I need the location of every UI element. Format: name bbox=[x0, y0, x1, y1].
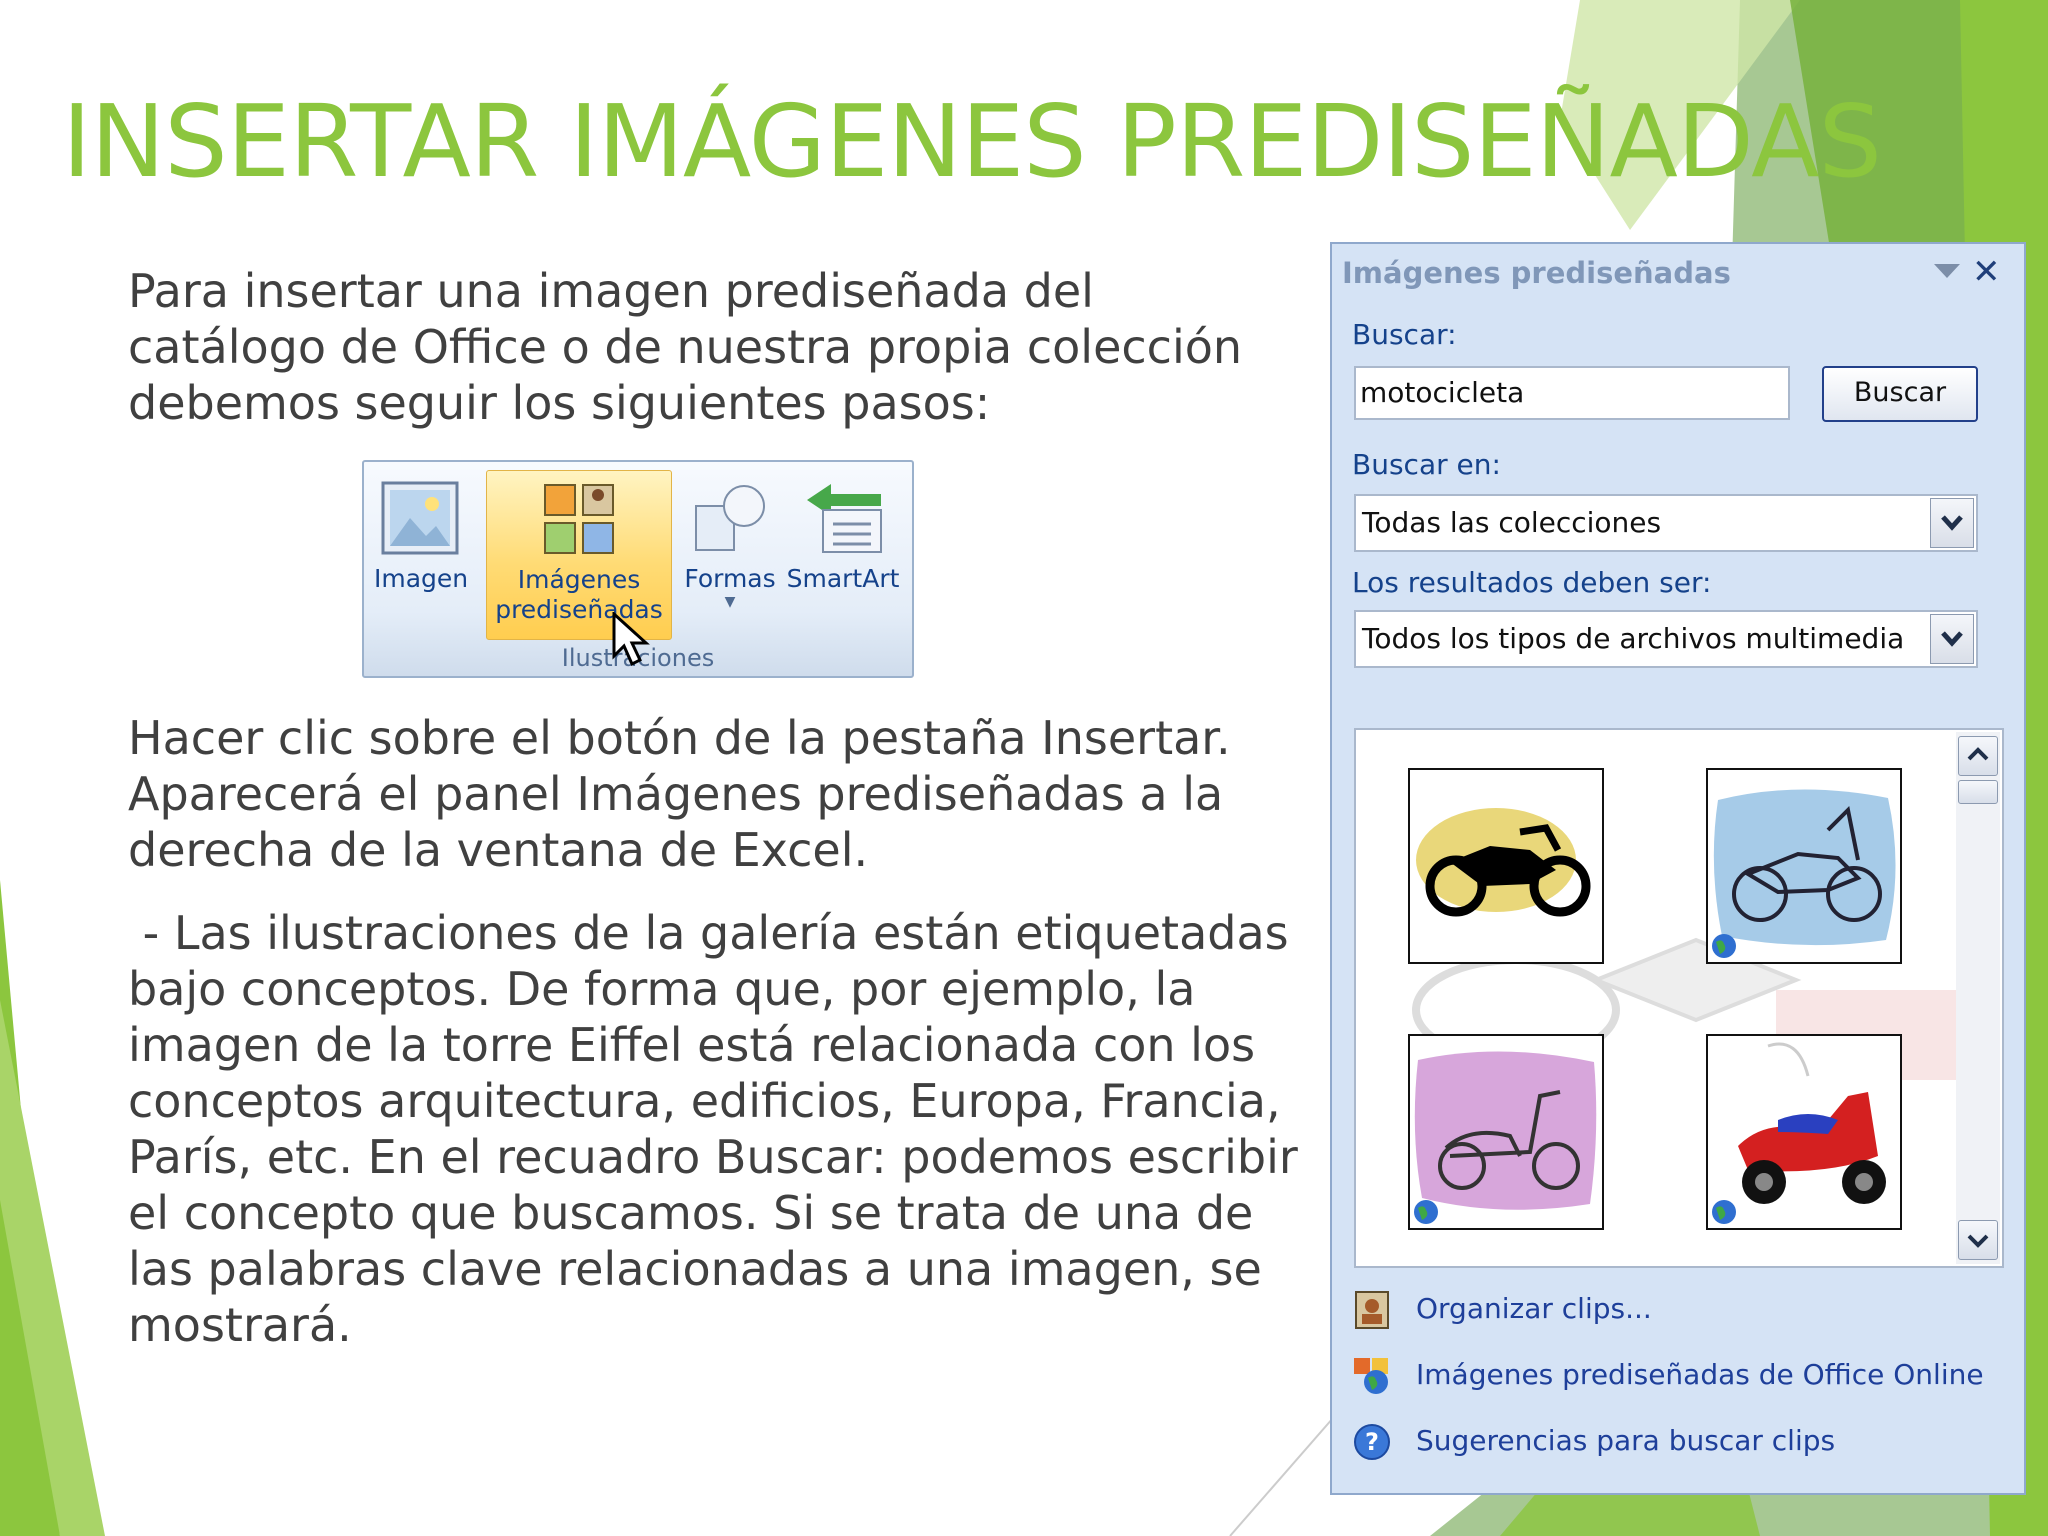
search-input[interactable]: motocicleta bbox=[1354, 366, 1790, 420]
svg-text:?: ? bbox=[1365, 1428, 1379, 1456]
slide-title: INSERTAR IMÁGENES PREDISEÑADAS bbox=[62, 83, 1882, 200]
organize-clips-icon bbox=[1355, 1291, 1389, 1329]
globe-icon bbox=[1712, 934, 1736, 958]
results-scrollbar[interactable] bbox=[1956, 732, 2000, 1264]
search-tips-label: Sugerencias para buscar clips bbox=[1416, 1424, 1836, 1457]
mouse-cursor-icon bbox=[612, 612, 650, 667]
search-label: Buscar: bbox=[1352, 318, 1457, 351]
search-in-label: Buscar en: bbox=[1352, 448, 1501, 481]
scroll-down-button[interactable] bbox=[1958, 1220, 1998, 1260]
scroll-up-button[interactable] bbox=[1958, 736, 1998, 776]
concepts-paragraph: - Las ilustraciones de la galería están … bbox=[128, 906, 1313, 1352]
intro-paragraph: Para insertar una imagen prediseñada del… bbox=[128, 264, 1243, 430]
scroll-thumb[interactable] bbox=[1958, 780, 1998, 804]
pane-menu-arrow-icon[interactable] bbox=[1934, 264, 1960, 280]
chevron-down-icon[interactable] bbox=[1930, 614, 1974, 664]
picture-icon bbox=[381, 481, 459, 555]
results-type-value: Todos los tipos de archivos multimedia bbox=[1362, 622, 1905, 655]
organize-clips-label: Organizar clips... bbox=[1416, 1292, 1652, 1325]
globe-icon bbox=[1712, 1200, 1736, 1224]
clip-thumbnail[interactable] bbox=[1706, 1034, 1902, 1230]
dropdown-arrow-icon: ▼ bbox=[724, 594, 736, 610]
ribbon-button-imagen[interactable]: Imagen bbox=[374, 470, 469, 640]
clip-art-icon bbox=[544, 484, 614, 554]
smartart-icon bbox=[807, 484, 882, 553]
office-online-label: Imágenes prediseñadas de Office Online bbox=[1416, 1358, 1984, 1391]
search-in-select[interactable]: Todas las colecciones bbox=[1354, 494, 1978, 552]
motorcycle-yellow-clipart bbox=[1416, 808, 1591, 917]
ribbon-label-smartart: SmartArt bbox=[786, 564, 900, 593]
search-in-value: Todas las colecciones bbox=[1362, 506, 1662, 539]
step-paragraph: Hacer clic sobre el botón de la pestaña … bbox=[128, 711, 1231, 877]
ribbon-label-formas: Formas bbox=[684, 564, 776, 593]
ribbon-button-smartart[interactable]: SmartArt bbox=[784, 470, 902, 640]
results-type-label: Los resultados deben ser: bbox=[1352, 566, 1712, 599]
pane-title: Imágenes prediseñadas bbox=[1342, 256, 1731, 290]
clip-thumbnail[interactable] bbox=[1706, 768, 1902, 964]
results-gallery bbox=[1354, 728, 2004, 1268]
office-online-icon bbox=[1354, 1358, 1388, 1394]
clip-thumbnail[interactable] bbox=[1408, 1034, 1604, 1230]
results-type-select[interactable]: Todos los tipos de archivos multimedia bbox=[1354, 610, 1978, 668]
ribbon-button-formas[interactable]: Formas ▼ bbox=[680, 470, 780, 640]
chevron-down-icon[interactable] bbox=[1930, 498, 1974, 548]
ribbon-label-imagen: Imagen bbox=[374, 564, 469, 593]
clip-thumbnail[interactable] bbox=[1408, 768, 1604, 964]
shapes-icon bbox=[695, 485, 765, 551]
globe-icon bbox=[1414, 1200, 1438, 1224]
clip-art-task-pane: Imágenes prediseñadas ✕ Buscar: motocicl… bbox=[1330, 242, 2026, 1495]
close-icon[interactable]: ✕ bbox=[1972, 252, 2001, 292]
help-icon: ? bbox=[1354, 1424, 1390, 1460]
search-button[interactable]: Buscar bbox=[1822, 366, 1978, 422]
